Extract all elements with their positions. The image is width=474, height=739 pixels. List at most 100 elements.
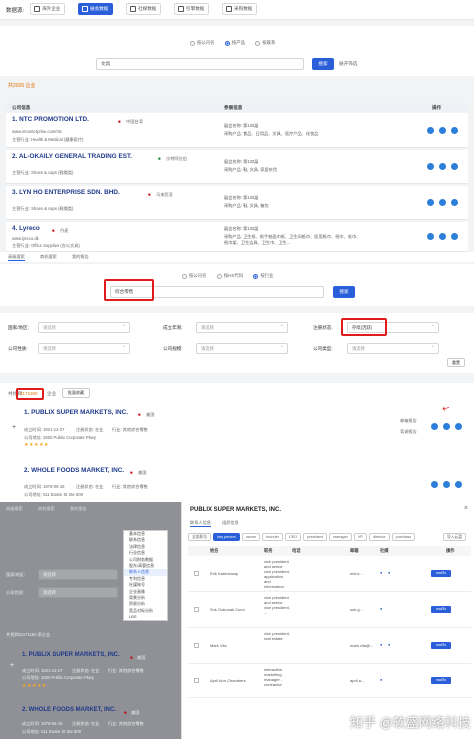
- cloud-icon[interactable]: [431, 481, 438, 488]
- filter-country-label: 国家/地区:: [8, 325, 29, 330]
- company-name[interactable]: 1. NTC PROMOTION LTD.: [12, 116, 89, 123]
- chip[interactable]: purchase: [391, 533, 416, 541]
- company-industry: 主营行业: Health & Medical (健康医疗): [12, 137, 84, 142]
- cloud-icon[interactable]: [431, 423, 438, 430]
- company-name[interactable]: 3. LYN HO ENTERPRISE SDN. BHD.: [12, 189, 120, 196]
- table-row[interactable]: 2. AL-OKAILY GENERAL TRADING EST. ■ 沙特阿拉…: [6, 150, 468, 184]
- filter-founded-select[interactable]: 请选择: [196, 321, 288, 333]
- email-report-link[interactable]: 邮箱报告: [400, 418, 417, 424]
- row-checkbox[interactable]: [194, 607, 199, 612]
- cloud-icon[interactable]: [427, 163, 434, 170]
- mailto-button[interactable]: mailTo: [431, 606, 451, 613]
- mailto-button[interactable]: mailTo: [431, 570, 451, 577]
- company-url[interactable]: www.lyreco.dk: [12, 236, 39, 241]
- contact-doc-icon[interactable]: [455, 423, 462, 430]
- send-icon[interactable]: [443, 481, 450, 488]
- send-icon[interactable]: [439, 233, 446, 240]
- row-actions: [427, 199, 458, 206]
- doc-icon[interactable]: [451, 199, 458, 206]
- contact-row[interactable]: Suk Gokunak Cumi vice president and seni…: [188, 592, 471, 628]
- chip[interactable]: president: [303, 533, 327, 541]
- radio-by-hs-code[interactable]: 按HS代码: [216, 273, 243, 279]
- doc-icon[interactable]: [451, 127, 458, 134]
- tab-engine-data[interactable]: 引擎数据: [174, 3, 210, 15]
- doc-icon[interactable]: [451, 233, 458, 240]
- linkedin-icon[interactable]: ●: [388, 642, 390, 647]
- tab-advanced-search[interactable]: 高级搜索: [8, 254, 25, 261]
- expand-filter-link[interactable]: 展开筛选: [339, 61, 357, 67]
- menu-item[interactable]: LBS: [124, 614, 167, 620]
- company-country: 沙特阿拉伯: [166, 156, 187, 161]
- chip[interactable]: VP: [353, 533, 367, 541]
- table-row[interactable]: 4. Lyreco ■ 丹麦 www.lyreco.dk 主营行业: Offic…: [6, 222, 468, 252]
- chip[interactable]: 全部职位: [188, 533, 212, 541]
- overlay-tab-opportunity: 商机搜索: [38, 506, 55, 511]
- send-icon[interactable]: [439, 127, 446, 134]
- send-icon[interactable]: [443, 423, 450, 430]
- filter-country-select[interactable]: 请选择: [38, 321, 130, 333]
- tab-opportunity-search[interactable]: 商机搜索: [40, 254, 57, 260]
- table-row[interactable]: 1. NTC PROMOTION LTD. ■ 中国台湾 www.ntcente…: [6, 113, 468, 148]
- send-icon[interactable]: [439, 163, 446, 170]
- contact-doc-icon[interactable]: [455, 481, 462, 488]
- reset-button[interactable]: 重置: [447, 358, 465, 367]
- search-button[interactable]: 搜索: [312, 58, 334, 70]
- doc-icon[interactable]: [451, 163, 458, 170]
- mailto-button[interactable]: mailTo: [431, 677, 451, 684]
- cloud-icon[interactable]: [427, 199, 434, 206]
- linkedin-icon[interactable]: ●: [388, 570, 390, 575]
- company-url[interactable]: www.ntcenterprise.com/ntc: [12, 129, 62, 134]
- radio-by-company-name[interactable]: 按公司名: [182, 273, 207, 279]
- radio-by-contact[interactable]: 按联系: [255, 40, 275, 46]
- company-name[interactable]: 2. AL-OKAILY GENERAL TRADING EST.: [12, 153, 132, 160]
- filter-size-select[interactable]: 请选择: [196, 342, 288, 354]
- chip[interactable]: CEO: [285, 533, 302, 541]
- send-icon[interactable]: [439, 199, 446, 206]
- overlay-expand-icon: +: [10, 662, 15, 669]
- expand-plus-icon[interactable]: +: [12, 424, 16, 431]
- chip[interactable]: owner: [241, 533, 261, 541]
- export-cloud-button[interactable]: 导入云盘: [442, 533, 466, 541]
- tab-purchase-data[interactable]: 采购数据: [222, 3, 258, 15]
- mailto-button[interactable]: mailTo: [431, 642, 451, 649]
- tab-social-data[interactable]: 社媒数据: [126, 3, 162, 15]
- company-name[interactable]: 2. WHOLE FOODS MARKET, INC.: [24, 467, 124, 474]
- search2-button[interactable]: 搜索: [333, 286, 355, 298]
- contact-row[interactable]: Mark Vila vice president, real estate ma…: [188, 628, 471, 664]
- batch-favorite-button[interactable]: 批量收藏: [62, 388, 90, 398]
- tab-exhibition-data[interactable]: 展会数据: [78, 3, 114, 15]
- radio-by-product[interactable]: 按产品: [224, 40, 245, 46]
- tab-overseas-companies[interactable]: 海外企业: [30, 3, 66, 15]
- modal-tab-org[interactable]: 组织信息: [222, 520, 239, 526]
- linkedin-icon[interactable]: ●: [380, 606, 382, 611]
- contact-row[interactable]: Erik Katenkamp vice president and senior…: [188, 556, 471, 592]
- cloud-icon[interactable]: [427, 233, 434, 240]
- chip-key-person[interactable]: key person: [213, 533, 240, 541]
- facebook-icon[interactable]: ●: [380, 570, 382, 575]
- row-checkbox[interactable]: [194, 571, 199, 576]
- company-name[interactable]: 1. PUBLIX SUPER MARKETS, INC.: [24, 409, 128, 416]
- close-icon[interactable]: ×: [464, 505, 468, 512]
- table-row[interactable]: 3. LYN HO ENTERPRISE SDN. BHD. ■ 马来西亚 主营…: [6, 186, 468, 220]
- row-actions: [427, 127, 458, 134]
- contact-row[interactable]: April Ann Chambers interactive marketing…: [188, 664, 471, 698]
- chip[interactable]: director: [368, 533, 390, 541]
- chip[interactable]: manager: [328, 533, 352, 541]
- filter-type-select[interactable]: 请选择: [347, 342, 439, 354]
- radio-by-industry[interactable]: 按行业: [253, 273, 274, 279]
- filter-nature-select[interactable]: 请选择: [38, 342, 130, 354]
- cloud-icon[interactable]: [427, 127, 434, 134]
- keyword-input[interactable]: 文具: [96, 58, 304, 70]
- contact-title: interactive marketing manager - contract…: [264, 667, 283, 687]
- radio-by-company[interactable]: 按公司名: [190, 40, 215, 46]
- background-report-link[interactable]: 背调报告: [400, 429, 417, 435]
- contact-email: erik.k...: [350, 571, 363, 576]
- tab-my-reports[interactable]: 我的报告: [72, 254, 89, 260]
- facebook-icon[interactable]: ●: [380, 642, 382, 647]
- modal-tab-contacts[interactable]: 联系人信息: [190, 520, 211, 527]
- row-checkbox[interactable]: [194, 678, 199, 683]
- row-checkbox[interactable]: [194, 643, 199, 648]
- facebook-icon[interactable]: ●: [380, 677, 382, 682]
- chip[interactable]: founder: [262, 533, 283, 541]
- company-name[interactable]: 4. Lyreco: [12, 225, 40, 232]
